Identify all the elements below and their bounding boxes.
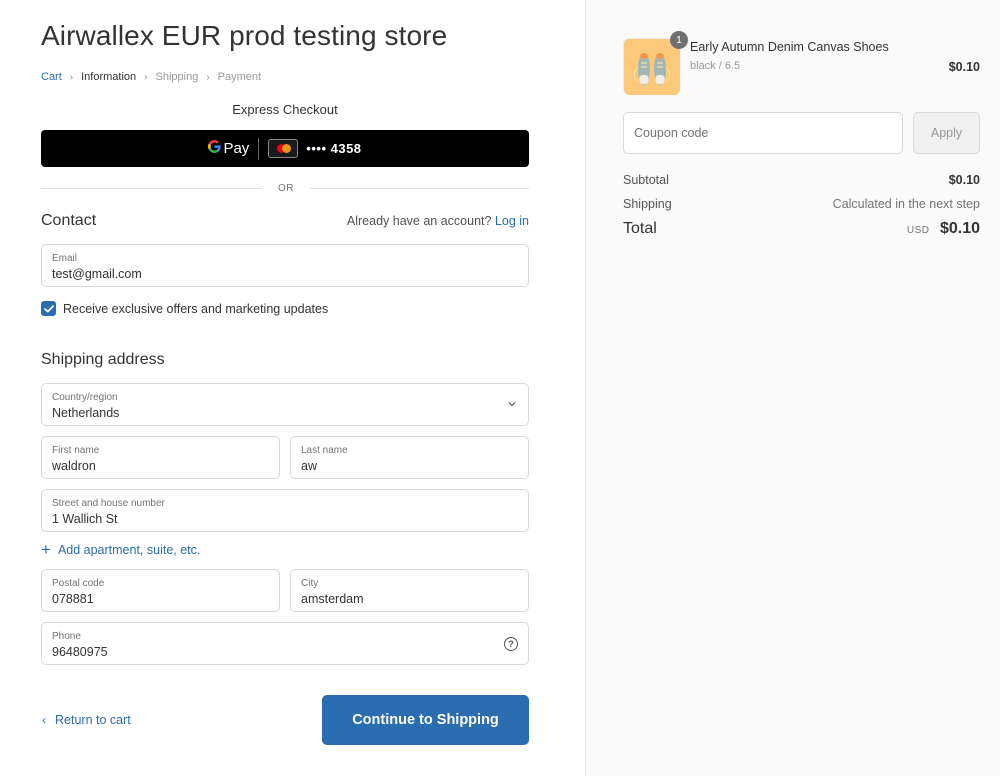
last-name-field[interactable]: Last name bbox=[290, 436, 529, 479]
postal-code-input[interactable] bbox=[52, 591, 269, 607]
continue-to-shipping-button[interactable]: Continue to Shipping bbox=[322, 695, 529, 745]
total-value: $0.10 bbox=[939, 220, 980, 237]
breadcrumb: Cart › Information › Shipping › Payment bbox=[41, 71, 261, 83]
chevron-right-icon: › bbox=[206, 71, 210, 83]
postal-code-label: Postal code bbox=[52, 578, 105, 589]
shipping-address-heading: Shipping address bbox=[41, 351, 165, 368]
street-label: Street and house number bbox=[52, 498, 165, 509]
contact-heading: Contact bbox=[41, 212, 97, 229]
marketing-checkbox-label: Receive exclusive offers and marketing u… bbox=[63, 301, 329, 316]
product-variant: black / 6.5 bbox=[690, 60, 741, 72]
card-masked-number: •••• 4358 bbox=[306, 141, 362, 156]
breadcrumb-payment: Payment bbox=[217, 71, 262, 83]
google-pay-button[interactable]: Pay •••• 4358 bbox=[41, 130, 529, 167]
subtotal-label: Subtotal bbox=[623, 173, 669, 187]
checkmark-icon bbox=[43, 304, 54, 312]
google-g-icon bbox=[208, 140, 222, 157]
phone-input[interactable] bbox=[52, 644, 472, 660]
google-pay-text: Pay bbox=[223, 140, 250, 157]
country-label: Country/region bbox=[52, 392, 118, 403]
postal-code-field[interactable]: Postal code bbox=[41, 569, 280, 612]
mastercard-icon bbox=[268, 139, 299, 158]
street-field[interactable]: Street and house number bbox=[41, 489, 529, 532]
return-to-cart-label: Return to cart bbox=[55, 713, 131, 727]
breadcrumb-shipping: Shipping bbox=[155, 71, 199, 83]
help-icon[interactable]: ? bbox=[504, 637, 518, 651]
account-prompt-text: Already have an account? bbox=[346, 214, 492, 228]
first-name-field[interactable]: First name bbox=[41, 436, 280, 479]
checkbox-checked[interactable] bbox=[41, 301, 56, 316]
login-link[interactable]: Log in bbox=[495, 214, 529, 228]
or-label: OR bbox=[278, 182, 294, 194]
checkout-main-panel: Airwallex EUR prod testing store Cart › … bbox=[0, 0, 585, 776]
marketing-checkbox-row[interactable]: Receive exclusive offers and marketing u… bbox=[41, 301, 328, 316]
quantity-badge: 1 bbox=[670, 31, 688, 49]
city-field[interactable]: City bbox=[290, 569, 529, 612]
street-input[interactable] bbox=[52, 511, 518, 527]
product-price: $0.10 bbox=[948, 60, 980, 74]
subtotal-value: $0.10 bbox=[948, 173, 980, 187]
store-title: Airwallex EUR prod testing store bbox=[41, 20, 448, 51]
city-label: City bbox=[301, 578, 319, 589]
subtotal-row: Subtotal $0.10 bbox=[623, 173, 980, 187]
sneakers-image bbox=[624, 39, 680, 95]
total-label: Total bbox=[623, 220, 657, 237]
chevron-right-icon: › bbox=[69, 71, 74, 83]
chevron-down-icon bbox=[508, 402, 516, 407]
add-apartment-link[interactable]: + Add apartment, suite, etc. bbox=[41, 540, 201, 559]
email-input[interactable] bbox=[52, 266, 518, 282]
google-pay-logo: Pay bbox=[208, 140, 249, 157]
return-to-cart-link[interactable]: ‹ Return to cart bbox=[42, 713, 131, 727]
shipping-label: Shipping bbox=[623, 197, 672, 211]
or-divider: OR bbox=[41, 181, 529, 195]
phone-field[interactable]: Phone ? bbox=[41, 622, 529, 665]
phone-label: Phone bbox=[52, 631, 81, 642]
breadcrumb-information: Information bbox=[81, 71, 137, 83]
plus-icon: + bbox=[41, 540, 51, 559]
last-name-input[interactable] bbox=[301, 458, 518, 474]
apply-coupon-button[interactable]: Apply bbox=[913, 112, 980, 154]
country-value: Netherlands bbox=[52, 406, 120, 420]
first-name-input[interactable] bbox=[52, 458, 269, 474]
account-prompt: Already have an account? Log in bbox=[347, 214, 529, 228]
divider bbox=[258, 137, 260, 160]
chevron-left-icon: ‹ bbox=[42, 713, 46, 727]
email-field[interactable]: Email bbox=[41, 244, 529, 287]
shipping-row: Shipping Calculated in the next step bbox=[623, 197, 980, 211]
breadcrumb-cart[interactable]: Cart bbox=[41, 71, 62, 83]
last-name-label: Last name bbox=[301, 445, 348, 456]
first-name-label: First name bbox=[52, 445, 100, 456]
add-apartment-label: Add apartment, suite, etc. bbox=[57, 543, 201, 557]
shipping-value: Calculated in the next step bbox=[832, 197, 980, 211]
chevron-right-icon: › bbox=[144, 71, 148, 83]
express-checkout-title: Express Checkout bbox=[232, 102, 338, 117]
total-currency: USD bbox=[906, 225, 930, 236]
product-thumbnail bbox=[623, 38, 680, 95]
total-row: Total USD $0.10 bbox=[623, 220, 980, 238]
email-label: Email bbox=[52, 253, 78, 264]
product-name: Early Autumn Denim Canvas Shoes bbox=[690, 40, 889, 54]
country-select[interactable]: Country/region Netherlands bbox=[41, 383, 529, 426]
coupon-code-input[interactable]: Coupon code bbox=[623, 112, 903, 154]
city-input[interactable] bbox=[301, 591, 518, 607]
